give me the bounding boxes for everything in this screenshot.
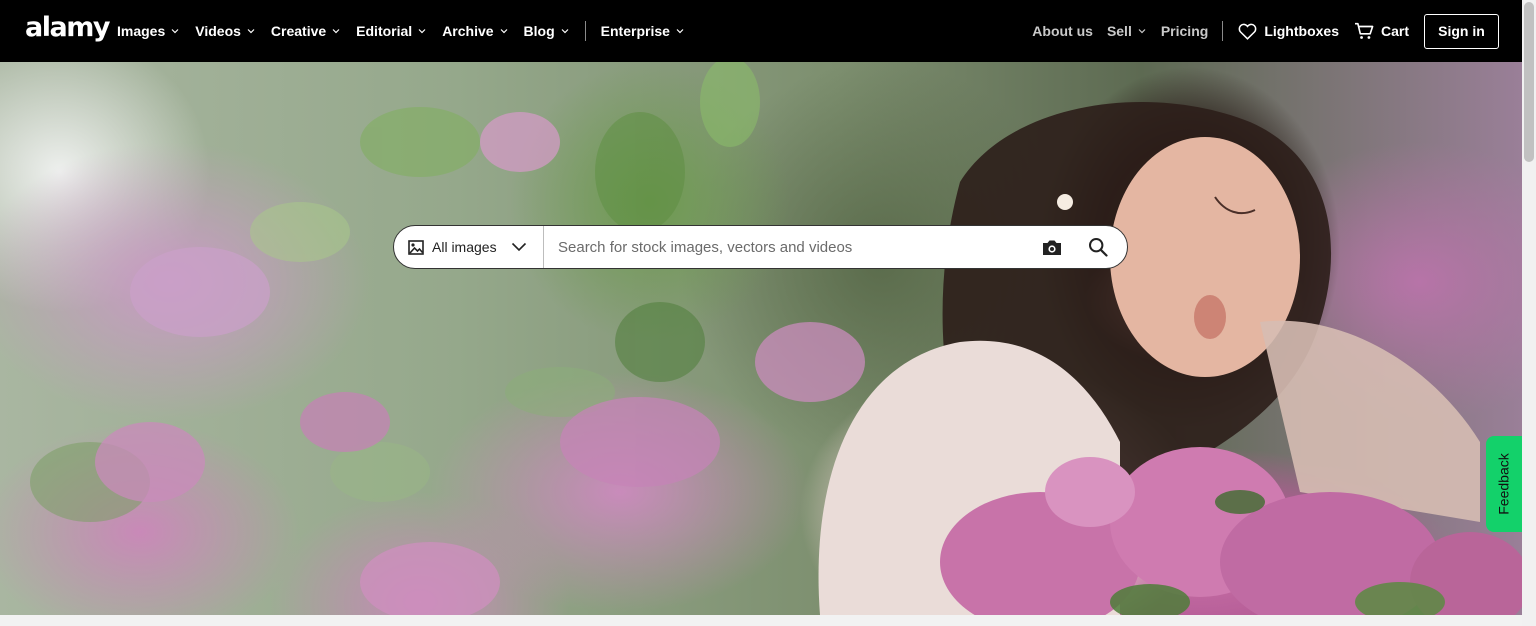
nav-lightboxes-label: Lightboxes bbox=[1264, 23, 1339, 39]
nav-about-us-label: About us bbox=[1032, 23, 1093, 39]
camera-icon bbox=[1043, 240, 1061, 255]
chevron-down-icon bbox=[1138, 29, 1146, 34]
nav-divider bbox=[1222, 21, 1224, 41]
nav-creative[interactable]: Creative bbox=[271, 23, 341, 39]
search-input[interactable] bbox=[544, 226, 1029, 268]
page-below-hero bbox=[0, 615, 1522, 626]
nav-videos-label: Videos bbox=[195, 23, 241, 39]
nav-editorial-label: Editorial bbox=[356, 23, 413, 39]
chevron-down-icon bbox=[676, 29, 684, 34]
chevron-down-icon bbox=[500, 29, 507, 34]
page-scrollbar[interactable] bbox=[1522, 0, 1536, 626]
nav-sell[interactable]: Sell bbox=[1107, 23, 1147, 39]
hero-photo: All images bbox=[0, 62, 1522, 615]
search-submit-button[interactable] bbox=[1075, 226, 1121, 268]
feedback-tab[interactable]: Feedback bbox=[1486, 436, 1522, 532]
nav-archive[interactable]: Archive bbox=[442, 23, 508, 39]
sign-in-label: Sign in bbox=[1438, 23, 1485, 39]
nav-editorial[interactable]: Editorial bbox=[356, 23, 427, 39]
scrollbar-thumb[interactable] bbox=[1524, 2, 1534, 162]
chevron-down-icon bbox=[418, 29, 426, 34]
nav-pricing-label: Pricing bbox=[1160, 23, 1209, 39]
heart-icon bbox=[1238, 23, 1257, 40]
nav-cart[interactable]: Cart bbox=[1354, 22, 1409, 40]
nav-divider bbox=[584, 21, 586, 41]
chevron-down-icon bbox=[511, 242, 526, 252]
search-icon bbox=[1089, 238, 1108, 257]
alamy-logo[interactable]: alamy bbox=[25, 13, 110, 43]
nav-videos[interactable]: Videos bbox=[195, 23, 256, 39]
feedback-label: Feedback bbox=[1496, 453, 1513, 515]
chevron-down-icon bbox=[561, 29, 569, 34]
search-bar: All images bbox=[393, 225, 1128, 269]
nav-blog[interactable]: Blog bbox=[524, 23, 570, 39]
image-icon bbox=[408, 239, 424, 255]
search-scope-dropdown[interactable]: All images bbox=[394, 226, 544, 268]
visual-search-button[interactable] bbox=[1029, 226, 1075, 268]
nav-lightboxes[interactable]: Lightboxes bbox=[1238, 23, 1339, 40]
search-scope-label: All images bbox=[432, 239, 497, 255]
chevron-down-icon bbox=[247, 29, 255, 34]
nav-enterprise-label: Enterprise bbox=[600, 23, 670, 39]
nav-creative-label: Creative bbox=[270, 23, 327, 39]
sign-in-button[interactable]: Sign in bbox=[1424, 13, 1499, 49]
nav-images-label: Images bbox=[117, 23, 166, 39]
chevron-down-icon bbox=[171, 29, 179, 34]
nav-images[interactable]: Images bbox=[117, 23, 180, 39]
nav-enterprise[interactable]: Enterprise bbox=[601, 23, 685, 39]
chevron-down-icon bbox=[332, 29, 340, 34]
nav-blog-label: Blog bbox=[523, 23, 555, 39]
top-navigation-bar: alamy Images Videos Creative Editorial A… bbox=[0, 0, 1522, 62]
nav-archive-label: Archive bbox=[442, 23, 494, 39]
nav-about-us[interactable]: About us bbox=[1032, 23, 1093, 39]
nav-cart-label: Cart bbox=[1380, 23, 1409, 39]
nav-pricing[interactable]: Pricing bbox=[1161, 23, 1208, 39]
hero-photo-scene bbox=[30, 62, 1522, 615]
secondary-nav: About us Sell Pricing Lightboxes Cart Si… bbox=[1032, 0, 1499, 62]
cart-icon bbox=[1354, 22, 1374, 39]
nav-sell-label: Sell bbox=[1106, 23, 1132, 39]
primary-nav: Images Videos Creative Editorial Archive… bbox=[117, 0, 700, 62]
